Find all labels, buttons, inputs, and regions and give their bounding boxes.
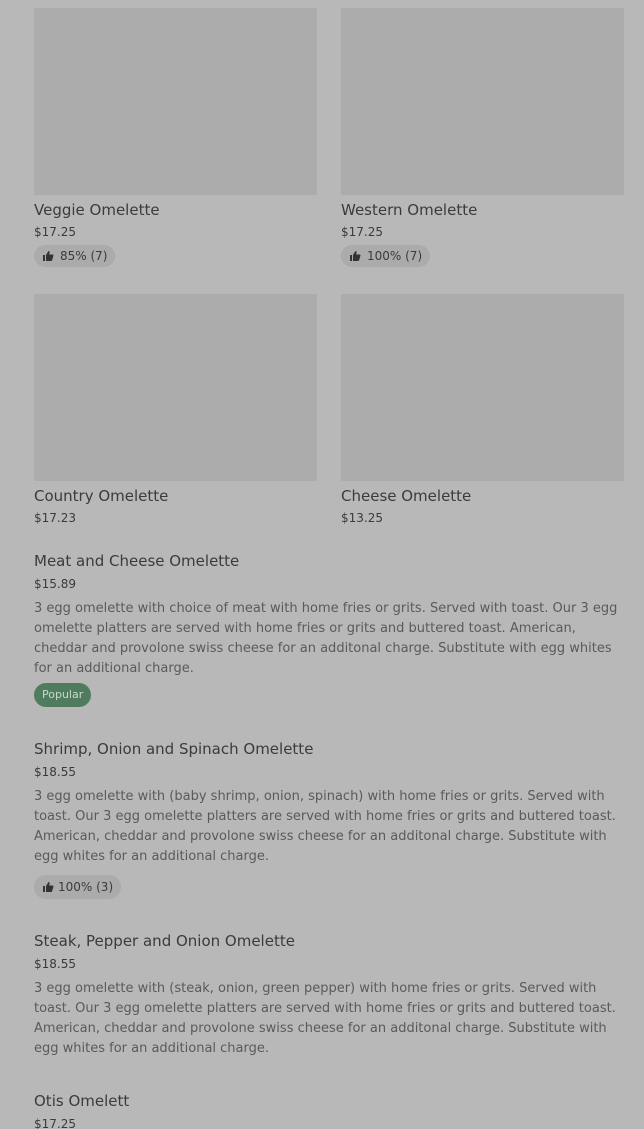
thumbs-up-icon [42,881,54,893]
menu-item-shrimp-onion-spinach-omelette[interactable]: Shrimp, Onion and Spinach Omelette $18.5… [34,740,619,899]
rating-badge: 100% (3) [34,875,122,899]
menu-item-description: 3 egg omelette with (steak, onion, green… [34,981,616,1056]
thumbs-up-icon [349,250,361,262]
rating-text: 100% (3) [58,880,114,894]
menu-item-price: $17.23 [34,511,76,525]
menu-item-meat-and-cheese-omelette[interactable]: Meat and Cheese Omelette $15.89 3 egg om… [34,552,619,707]
menu-item-price: $17.25 [34,1117,76,1129]
menu-item-image[interactable] [341,294,624,481]
menu-card-country-omelette[interactable]: Country Omelette $17.23 [34,294,317,525]
rating-text: 85% (7) [60,249,108,263]
menu-item-image[interactable] [34,294,317,481]
menu-item-name: Steak, Pepper and Onion Omelette [34,932,295,950]
menu-item-image[interactable] [34,8,317,195]
menu-item-price: $18.55 [34,765,76,779]
rating-badge: 100% (7) [341,245,431,267]
menu-item-name: Otis Omelett [34,1092,130,1110]
menu-card-western-omelette[interactable]: Western Omelette $17.25 100% (7) [341,8,624,267]
menu-item-otis-omelett[interactable]: Otis Omelett $17.25 [34,1092,619,1129]
popular-badge: Popular [34,683,92,707]
menu-item-name: Cheese Omelette [341,487,472,505]
menu-card-cheese-omelette[interactable]: Cheese Omelette $13.25 [341,294,624,525]
menu-item-description: 3 egg omelette with choice of meat with … [34,601,618,676]
thumbs-up-icon [42,250,54,262]
menu-item-price: $17.25 [34,225,76,239]
menu-item-name: Veggie Omelette [34,201,160,219]
menu-item-price: $13.25 [341,511,383,525]
menu-card-veggie-omelette[interactable]: Veggie Omelette $17.25 85% (7) [34,8,317,267]
menu-item-name: Western Omelette [341,201,478,219]
menu-item-name: Meat and Cheese Omelette [34,552,240,570]
menu-item-name: Country Omelette [34,487,169,505]
menu-item-steak-pepper-onion-omelette[interactable]: Steak, Pepper and Onion Omelette $18.55 … [34,932,619,1059]
menu-item-price: $17.25 [341,225,383,239]
menu-item-name: Shrimp, Onion and Spinach Omelette [34,740,314,758]
rating-badge: 85% (7) [34,245,116,267]
menu-item-price: $18.55 [34,957,76,971]
menu-item-image[interactable] [341,8,624,195]
menu-item-price: $15.89 [34,577,76,591]
rating-text: 100% (7) [367,249,423,263]
menu-item-description: 3 egg omelette with (baby shrimp, onion,… [34,789,616,864]
